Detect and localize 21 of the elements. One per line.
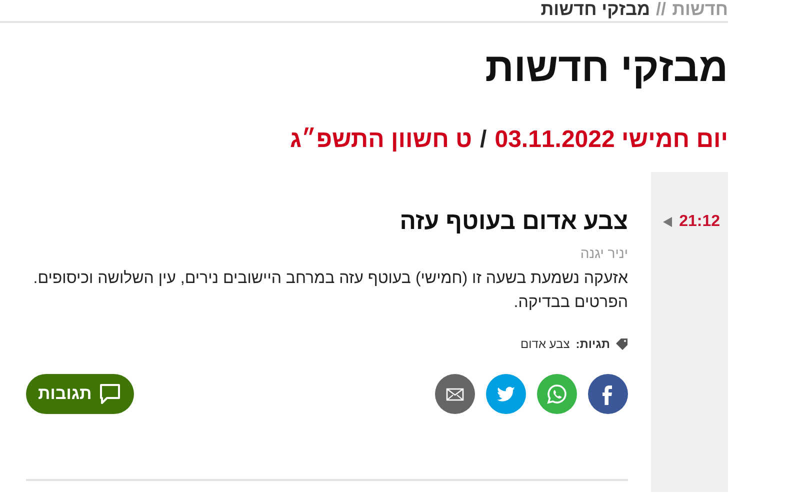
flash-time: 21:12 [679, 212, 720, 232]
tag-link[interactable]: צבע אדום [520, 337, 570, 351]
comments-button[interactable]: תגובות [26, 374, 134, 414]
whatsapp-share-button[interactable] [537, 374, 577, 414]
breadcrumb-link[interactable]: מבזקי חדשות [540, 0, 650, 18]
email-share-button[interactable] [435, 374, 475, 414]
flash-headline[interactable]: צבע אדום בעוטף עזה [26, 208, 628, 236]
page-title: מבזקי חדשות [484, 45, 728, 91]
flash-body: אזעקה נשמעת בשעה זו (חמישי) בעוטף עזה במרחב היישובים נירים, עין השלושה וכיסופים. הפרטים בבדיקה. [32, 269, 628, 313]
gregorian-date: יום חמישי 03.11.2022 [494, 125, 728, 155]
facebook-share-button[interactable] [588, 374, 628, 414]
breadcrumb-separator: // [656, 0, 666, 18]
hebrew-date: ט חשוון התשפ״ג [290, 125, 472, 155]
speech-bubble-icon [98, 382, 122, 406]
author-name: יניר יגנה [579, 244, 628, 262]
triangle-icon [663, 217, 672, 227]
twitter-share-button[interactable] [486, 374, 526, 414]
tags-label: תגיות: [576, 337, 610, 351]
tag-icon [616, 338, 628, 350]
date-separator: / [480, 125, 487, 155]
whatsapp-icon [545, 382, 569, 406]
